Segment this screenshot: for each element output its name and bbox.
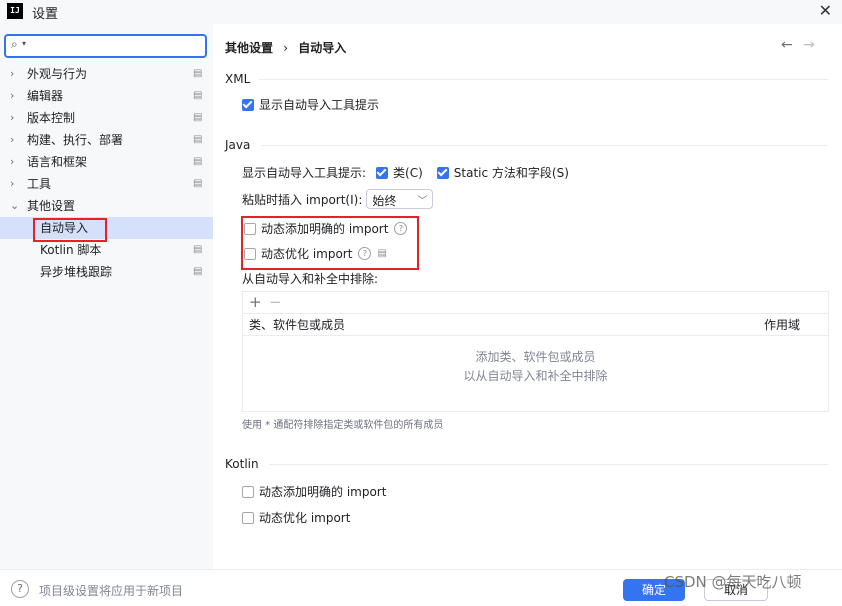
- back-arrow-icon[interactable]: ←: [781, 37, 793, 53]
- checkbox-classes[interactable]: [376, 166, 389, 179]
- sidebar-item-tools[interactable]: › 工具 ▤: [0, 173, 213, 195]
- sidebar-item-appearance[interactable]: › 外观与行为 ▤: [0, 63, 213, 85]
- close-icon[interactable]: ✕: [819, 1, 832, 20]
- checkbox-label: Static 方法和字段(S): [453, 166, 569, 180]
- checkbox-static-members[interactable]: [436, 166, 449, 179]
- sidebar-item-label: 工具: [27, 177, 52, 191]
- menu-icon: ▤: [193, 134, 203, 145]
- section-title-xml: XML: [225, 72, 251, 86]
- breadcrumb-separator: ›: [283, 41, 289, 55]
- sidebar-item-build[interactable]: › 构建、执行、部署 ▤: [0, 129, 213, 151]
- sidebar-item-languages[interactable]: › 语言和框架 ▤: [0, 151, 213, 173]
- sidebar-item-version-control[interactable]: › 版本控制 ▤: [0, 107, 213, 129]
- breadcrumb-current: 自动导入: [298, 41, 347, 55]
- checkbox-label: 动态添加明确的 import: [259, 485, 387, 499]
- kotlin-optimize-checkbox[interactable]: 动态优化 import: [242, 509, 350, 526]
- chevron-right-icon: ›: [10, 155, 15, 168]
- menu-icon: ▤: [193, 244, 203, 255]
- settings-content: 其他设置 › 自动导入 ← → XML 显示自动导入工具提示 Java 显示自动…: [213, 24, 842, 569]
- xml-show-popup-checkbox[interactable]: 显示自动导入工具提示: [242, 96, 379, 113]
- chevron-right-icon: ›: [10, 67, 15, 80]
- section-title-java: Java: [225, 138, 251, 152]
- java-show-popup-label: 显示自动导入工具提示:: [242, 166, 367, 180]
- paste-import-row: 粘贴时插入 import(I): 始终 ﹀: [242, 189, 434, 209]
- kotlin-add-unambiguous-checkbox[interactable]: 动态添加明确的 import: [242, 483, 386, 500]
- menu-icon: ▤: [193, 266, 203, 277]
- add-icon[interactable]: +: [249, 293, 262, 311]
- chevron-down-icon: ⌄: [10, 199, 20, 212]
- sidebar-item-kotlin-scripting[interactable]: Kotlin 脚本 ▤: [0, 239, 213, 261]
- checkbox-label: 类(C): [393, 166, 423, 180]
- remove-icon[interactable]: −: [269, 293, 282, 311]
- sidebar-item-label: 外观与行为: [27, 67, 88, 81]
- chevron-down-icon: ▾: [22, 39, 27, 48]
- sidebar-item-label: 版本控制: [27, 111, 76, 125]
- sidebar-item-label: 异步堆栈跟踪: [40, 265, 113, 279]
- select-value: 始终: [372, 194, 397, 208]
- column-header-scope[interactable]: 作用域: [764, 316, 800, 333]
- highlight-box-selected: [33, 218, 107, 242]
- search-box[interactable]: ⌕ ▾: [4, 34, 207, 58]
- sidebar-item-async-stack-traces[interactable]: 异步堆栈跟踪 ▤: [0, 261, 213, 283]
- search-icon: ⌕: [11, 37, 18, 51]
- column-header-class[interactable]: 类、软件包或成员: [249, 316, 345, 333]
- section-title-kotlin: Kotlin: [225, 457, 259, 471]
- divider: [259, 79, 828, 80]
- chevron-right-icon: ›: [10, 89, 15, 102]
- sidebar-item-label: Kotlin 脚本: [40, 243, 102, 257]
- wildcard-hint: 使用 * 通配符排除指定类或软件包的所有成员: [242, 420, 444, 431]
- paste-import-select[interactable]: 始终 ﹀: [366, 189, 434, 209]
- empty-state-line2: 以从自动导入和补全中排除: [463, 369, 608, 383]
- checkbox-unchecked-icon[interactable]: [242, 511, 254, 524]
- menu-icon: ▤: [193, 112, 203, 123]
- footer-note: 项目级设置将应用于新项目: [39, 584, 184, 598]
- intellij-logo-icon: IJ: [7, 3, 23, 19]
- help-icon[interactable]: ?: [11, 580, 29, 598]
- sidebar-item-other-settings[interactable]: ⌄ 其他设置: [0, 195, 213, 217]
- forward-arrow-icon[interactable]: →: [803, 37, 815, 53]
- checkbox-label: 动态优化 import: [259, 511, 351, 525]
- exclude-label: 从自动导入和补全中排除:: [242, 272, 379, 286]
- menu-icon: ▤: [193, 178, 203, 189]
- sidebar-item-label: 语言和框架: [27, 155, 88, 169]
- empty-state-line1[interactable]: 添加类、软件包或成员: [243, 348, 828, 365]
- menu-icon: ▤: [193, 68, 203, 79]
- checkbox-checked-icon[interactable]: [242, 98, 254, 111]
- divider: [261, 145, 828, 146]
- watermark: CSDN @每天吃八顿: [664, 573, 802, 591]
- highlight-box-java-options: [241, 216, 419, 270]
- breadcrumb-parent[interactable]: 其他设置: [225, 41, 273, 55]
- menu-icon: ▤: [193, 156, 203, 167]
- chevron-right-icon: ›: [10, 177, 15, 190]
- paste-import-label: 粘贴时插入 import(I):: [242, 192, 363, 207]
- search-input[interactable]: [32, 37, 201, 56]
- sidebar-item-label: 编辑器: [27, 89, 64, 103]
- window-title: 设置: [32, 7, 59, 22]
- sidebar-item-label: 构建、执行、部署: [27, 133, 124, 147]
- checkbox-label: 显示自动导入工具提示: [259, 98, 380, 112]
- chevron-right-icon: ›: [10, 133, 15, 146]
- breadcrumb: 其他设置 › 自动导入: [225, 39, 346, 56]
- sidebar-item-label: 其他设置: [27, 199, 76, 213]
- settings-sidebar: ⌕ ▾ › 外观与行为 ▤ › 编辑器 ▤ › 版本控制 ▤ › 构建、执行、部…: [0, 24, 213, 569]
- divider: [269, 464, 828, 465]
- table-header: 类、软件包或成员 作用域: [243, 313, 828, 336]
- exclude-table: + − 类、软件包或成员 作用域 添加类、软件包或成员 以从自动导入和补全中排除: [242, 291, 829, 412]
- chevron-right-icon: ›: [10, 111, 15, 124]
- chevron-down-icon: ﹀: [417, 196, 428, 207]
- java-show-popup-row: 显示自动导入工具提示: 类(C) Static 方法和字段(S): [242, 164, 569, 181]
- checkbox-unchecked-icon[interactable]: [242, 485, 254, 498]
- title-bar: IJ 设置 ✕: [0, 0, 842, 24]
- menu-icon: ▤: [193, 90, 203, 101]
- sidebar-item-editor[interactable]: › 编辑器 ▤: [0, 85, 213, 107]
